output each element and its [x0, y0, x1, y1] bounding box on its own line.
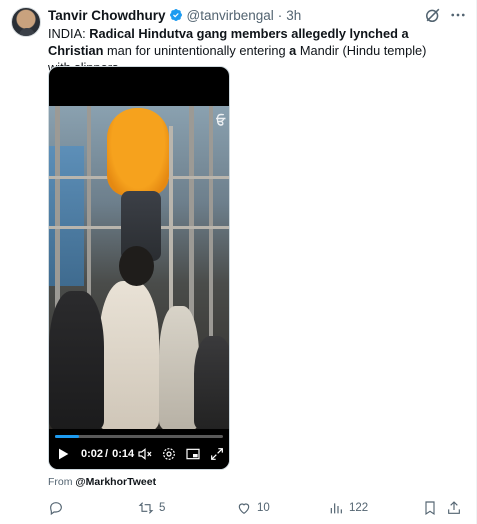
source-prefix: From [48, 476, 76, 488]
author-handle[interactable]: @tanvirbengal [187, 8, 274, 23]
share-icon [448, 501, 460, 514]
views-count: 122 [349, 502, 369, 514]
bookmark-button[interactable] [422, 498, 443, 518]
fullscreen-icon[interactable] [209, 446, 225, 462]
progress-fill [55, 435, 79, 438]
views-icon [330, 503, 342, 514]
video-source: From @MarkhorTweet [48, 476, 156, 488]
like-count: 10 [257, 502, 270, 514]
time-divider: / [105, 448, 109, 460]
mute-icon[interactable] [137, 446, 153, 462]
video-frame[interactable]: ਓ [49, 106, 229, 429]
retweet-icon [138, 502, 154, 514]
separator: · [277, 7, 283, 23]
views-button[interactable]: 122 [328, 498, 368, 518]
source-account[interactable]: @MarkhorTweet [75, 476, 156, 488]
timestamp[interactable]: 3h [286, 8, 301, 23]
share-button[interactable] [446, 498, 467, 518]
retweet-button[interactable]: 5 [138, 498, 165, 518]
tweet-text-segment: man for unintentionally entering [103, 43, 290, 58]
verified-badge-icon [169, 9, 182, 21]
tweet-card[interactable]: Tanvir Chowdhury @tanvirbengal · 3h INDI… [0, 0, 477, 524]
pip-icon[interactable] [185, 446, 201, 462]
reply-icon [50, 502, 62, 516]
video-player[interactable]: ਓ 0:02 / 0:14 [48, 66, 230, 470]
duration: 0:14 [112, 448, 135, 460]
tweet-text-segment: INDIA: [48, 26, 90, 41]
avatar[interactable] [11, 7, 41, 37]
video-controls: 0:02 / 0:14 [49, 429, 229, 469]
author-name[interactable]: Tanvir Chowdhury [48, 8, 166, 23]
grok-icon[interactable] [423, 5, 443, 25]
video-watermark: ਓ [216, 114, 225, 128]
settings-icon[interactable] [161, 446, 177, 462]
progress-bar[interactable] [55, 435, 223, 438]
tweet-header: Tanvir Chowdhury @tanvirbengal · 3h [48, 6, 301, 24]
like-button[interactable]: 10 [236, 498, 270, 518]
elapsed-time: 0:02 [81, 448, 104, 460]
like-icon [238, 503, 250, 515]
bookmark-icon [425, 501, 435, 516]
retweet-count: 5 [159, 502, 166, 514]
action-bar: 5 10 122 [48, 498, 468, 518]
play-icon[interactable] [55, 446, 71, 462]
more-icon[interactable] [448, 6, 468, 24]
reply-button[interactable] [48, 498, 69, 518]
